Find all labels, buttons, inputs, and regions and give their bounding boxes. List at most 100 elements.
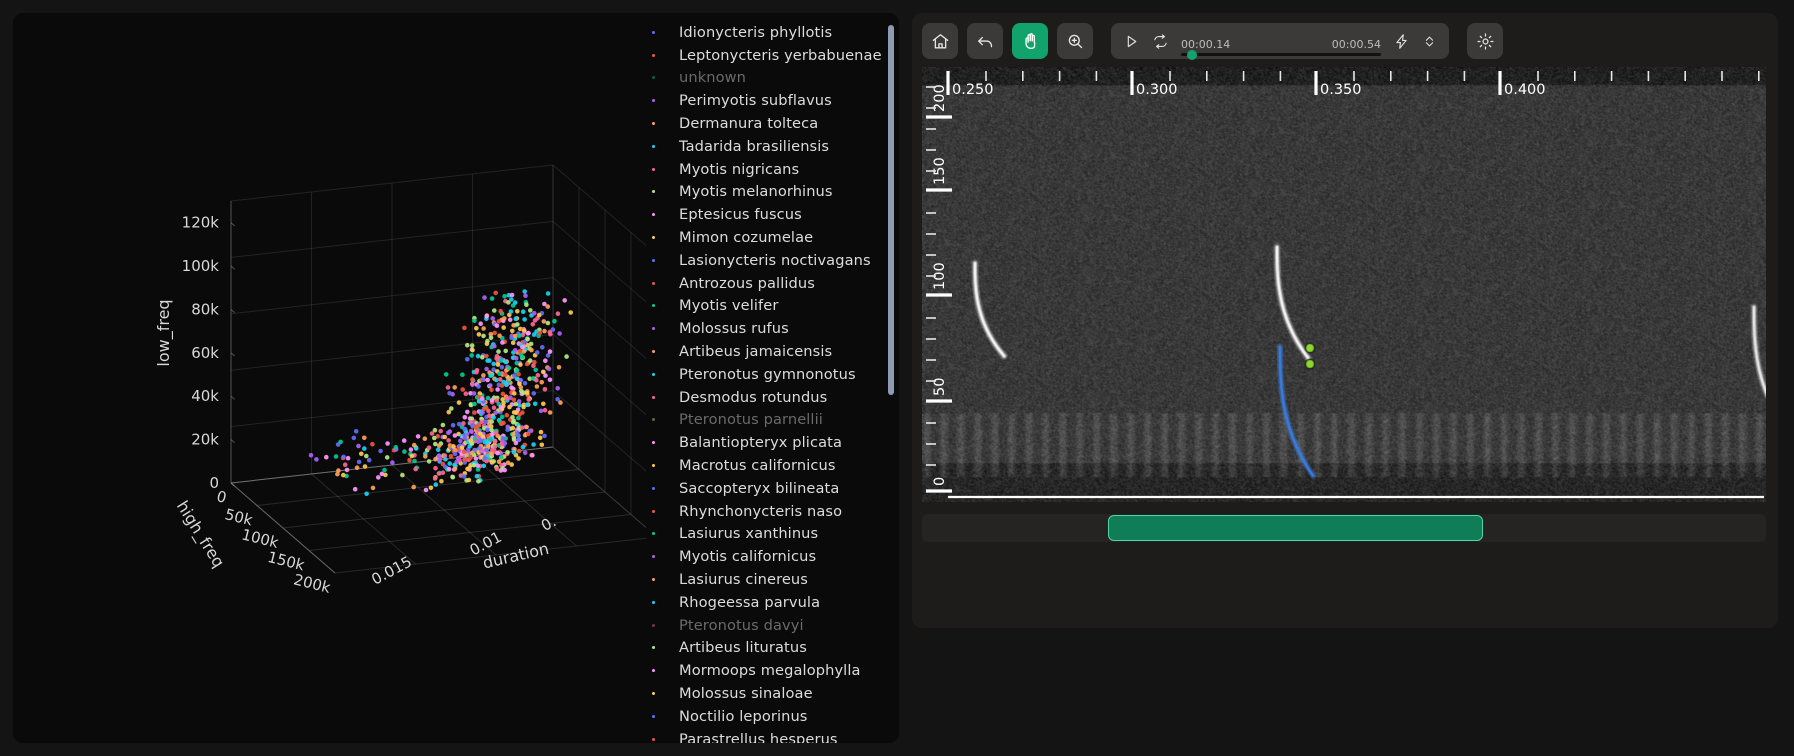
svg-text:0.015: 0.015 [368, 553, 414, 589]
legend-item-label: Mormoops megalophylla [679, 662, 861, 680]
legend-color-dot [652, 600, 655, 604]
legend-color-dot [652, 99, 655, 103]
settings-group [1467, 23, 1503, 59]
legend-item-label: Myotis velifer [679, 297, 779, 315]
spectrogram-panel: 00:00.14 00:00.54 0.250 0.300 0.350 0.40… [912, 13, 1778, 628]
legend-item[interactable]: Antrozous pallidus [646, 272, 899, 295]
loop-button[interactable] [1152, 33, 1169, 50]
pan-tool-button[interactable] [1012, 23, 1048, 59]
legend-item[interactable]: Artibeus jamaicensis [646, 340, 899, 363]
legend-item[interactable]: Pteronotus gymnonotus [646, 363, 899, 386]
legend-item-label: Myotis melanorhinus [679, 183, 833, 201]
legend-item-label: Tadarida brasiliensis [679, 137, 830, 155]
settings-button[interactable] [1467, 23, 1503, 59]
seek-knob[interactable] [1187, 49, 1197, 60]
legend-item-label: Perimyotis subflavus [679, 92, 832, 110]
seek-track[interactable] [1181, 49, 1381, 60]
legend-item[interactable]: Lasionycteris noctivagans [646, 249, 899, 272]
range-selection-handle[interactable] [1107, 515, 1484, 541]
legend-item[interactable]: Dermanura tolteca [646, 112, 899, 135]
legend-color-dot [652, 258, 655, 262]
seek-times: 00:00.14 00:00.54 [1181, 39, 1381, 51]
legend-item-label: Rhogeessa parvula [679, 593, 821, 611]
legend-item-label: Mimon cozumelae [679, 229, 814, 247]
view-tools [922, 23, 1093, 59]
legend-item[interactable]: Perimyotis subflavus [646, 89, 899, 112]
spectrogram-view[interactable]: 0.250 0.300 0.350 0.400 0 50 100 150 200 [922, 67, 1766, 502]
legend-item-label: Lasiurus xanthinus [679, 525, 819, 543]
pan-hand-icon [1021, 32, 1040, 51]
legend-item-label: Artibeus lituratus [679, 639, 807, 657]
legend-item[interactable]: Rhynchonycteris naso [646, 500, 899, 523]
svg-text:120k: 120k [182, 214, 220, 232]
legend-color-dot [652, 167, 655, 171]
legend-color-dot [652, 350, 655, 354]
undo-button[interactable] [967, 23, 1003, 59]
legend-item[interactable]: Mormoops megalophylla [646, 659, 899, 682]
seek-slider[interactable]: 00:00.14 00:00.54 [1181, 26, 1381, 60]
svg-text:100k: 100k [182, 257, 220, 275]
legend-item-label: Molossus rufus [679, 320, 789, 338]
legend-color-dot [652, 213, 655, 217]
lightning-button[interactable] [1393, 33, 1410, 50]
legend-item[interactable]: Molossus rufus [646, 317, 899, 340]
scatter-panel: 0 20k 40k 60k 80k 100k 120k low_freq 0 50k 100k 150… [13, 13, 899, 743]
legend-item[interactable]: Pteronotus parnellii [646, 409, 899, 432]
legend-item[interactable]: Rhogeessa parvula [646, 591, 899, 614]
legend-item[interactable]: Tadarida brasiliensis [646, 135, 899, 158]
home-button[interactable] [922, 23, 958, 59]
svg-text:60k: 60k [191, 344, 219, 362]
legend-item[interactable]: Leptonycteris yerbabuenae [646, 44, 899, 67]
legend-color-dot [652, 714, 655, 718]
legend-item-label: unknown [679, 69, 747, 87]
legend-color-dot [652, 395, 655, 399]
svg-text:low_freq: low_freq [154, 299, 174, 366]
legend-item-label: Lasionycteris noctivagans [679, 251, 871, 269]
legend-item[interactable]: unknown [646, 67, 899, 90]
legend-item[interactable]: Myotis velifer [646, 295, 899, 318]
legend-item-label: Desmodus rotundus [679, 388, 828, 406]
legend-color-dot [652, 53, 655, 57]
legend-item[interactable]: Lasiurus cinereus [646, 568, 899, 591]
legend-item[interactable]: Idionycteris phyllotis [646, 21, 899, 44]
legend-scrollbar[interactable] [888, 25, 894, 395]
legend-item-label: Parastrellus hesperus [679, 730, 838, 743]
legend-item[interactable]: Artibeus lituratus [646, 637, 899, 660]
legend-item[interactable]: Eptesicus fuscus [646, 203, 899, 226]
app-root: 0 20k 40k 60k 80k 100k 120k low_freq 0 50k 100k 150… [0, 0, 1794, 756]
scatter-3d-plot[interactable]: 0 20k 40k 60k 80k 100k 120k low_freq 0 50k 100k 150… [13, 13, 646, 743]
legend-color-dot [652, 122, 655, 126]
legend-item-label: Molossus sinaloae [679, 685, 813, 702]
legend-item-label: Eptesicus fuscus [679, 206, 802, 224]
legend-item[interactable]: Noctilio leporinus [646, 705, 899, 728]
time-range-selector[interactable] [922, 514, 1766, 542]
legend-item[interactable]: Desmodus rotundus [646, 386, 899, 409]
legend-color-dot [652, 737, 655, 741]
legend-color-dot [652, 441, 655, 445]
legend-item-label: Macrotus californicus [679, 457, 836, 475]
legend-item[interactable]: Parastrellus hesperus [646, 728, 899, 743]
zoom-in-button[interactable] [1057, 23, 1093, 59]
play-button[interactable] [1123, 33, 1140, 50]
legend-item[interactable]: Balantiopteryx plicata [646, 431, 899, 454]
legend-item[interactable]: Saccopteryx bilineata [646, 477, 899, 500]
legend-item[interactable]: Myotis californicus [646, 545, 899, 568]
legend-color-dot [652, 623, 655, 627]
legend-item[interactable]: Lasiurus xanthinus [646, 523, 899, 546]
svg-text:200k: 200k [292, 570, 333, 597]
legend-color-dot [652, 304, 655, 308]
legend-item[interactable]: Myotis melanorhinus [646, 181, 899, 204]
legend-item[interactable]: Macrotus californicus [646, 454, 899, 477]
legend-item[interactable]: Pteronotus davyi [646, 614, 899, 637]
legend-color-dot [652, 30, 655, 34]
undo-icon [976, 32, 995, 51]
legend-color-dot [652, 236, 655, 240]
legend-item[interactable]: Molossus sinaloae [646, 682, 899, 705]
speed-stepper-button[interactable] [1422, 33, 1437, 50]
legend-item-label: Dermanura tolteca [679, 115, 819, 133]
legend-color-dot [652, 578, 655, 582]
species-legend[interactable]: Idionycteris phyllotis Leptonycteris yerb… [646, 13, 899, 743]
legend-item[interactable]: Mimon cozumelae [646, 226, 899, 249]
legend-item[interactable]: Myotis nigricans [646, 158, 899, 181]
legend-color-dot [652, 509, 655, 513]
